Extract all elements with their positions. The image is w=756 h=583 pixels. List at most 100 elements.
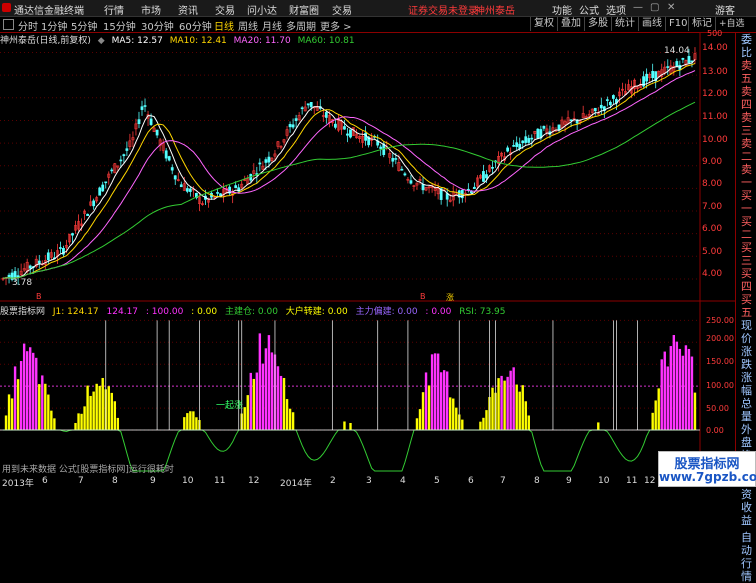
candle-body — [536, 128, 540, 139]
date-label: 6 — [468, 476, 474, 486]
indicator-bar — [675, 341, 679, 430]
price-tick: 12.00 — [702, 89, 728, 99]
candle-body — [149, 118, 153, 125]
btn-f10[interactable]: F10 — [665, 17, 690, 31]
panel-item-buy3[interactable]: 买三 — [736, 241, 756, 267]
period-weekly[interactable]: 周线 — [238, 18, 258, 33]
guest-label[interactable]: 游客 — [715, 2, 735, 17]
period-daily[interactable]: 日线 — [214, 18, 234, 33]
btn-fuquan[interactable]: 复权 — [530, 17, 557, 31]
indicator-bar — [660, 359, 663, 430]
candle-body — [346, 133, 349, 136]
indicator-bar — [285, 399, 289, 430]
indicator-bar — [77, 413, 80, 430]
period-1min[interactable]: 1分钟 — [41, 18, 67, 33]
candle-body — [92, 200, 96, 207]
menu-jiaoyi[interactable]: 交易 — [215, 2, 235, 17]
candle-body — [687, 56, 691, 64]
menu-gongneng[interactable]: 功能 — [552, 2, 572, 17]
login-status[interactable]: 证券交易未登录 — [408, 2, 478, 17]
period-fenshi[interactable]: 分时 — [18, 18, 38, 33]
candle-body — [343, 126, 346, 130]
panel-item-price[interactable]: 现价 — [736, 319, 756, 345]
indicator-bar — [654, 400, 657, 430]
menu-gongshi[interactable]: 公式 — [579, 2, 599, 17]
date-axis: 2013年 6 7 8 9 10 11 12 2014年 2 3 4 5 6 7… — [0, 476, 735, 489]
panel-item-sell1[interactable]: 卖一 — [736, 163, 756, 189]
low-label: 3.78 — [12, 278, 33, 288]
date-label: 8 — [534, 476, 540, 486]
candle-body — [409, 180, 413, 184]
panel-item-auto[interactable]: 自动 — [736, 531, 756, 557]
candle-body — [521, 140, 525, 144]
indicator-bar — [500, 375, 503, 430]
marker-zhang: 涨 — [446, 293, 454, 302]
indicator-bar — [415, 418, 419, 430]
candle-body — [164, 150, 168, 159]
period-60min[interactable]: 60分钟 — [179, 18, 212, 33]
indicator-group — [0, 319, 700, 472]
stock-tag[interactable]: 神州泰岳 — [475, 2, 515, 17]
menu-zixun[interactable]: 资讯 — [178, 2, 198, 17]
indicator-name[interactable]: 股票指标网 — [0, 307, 45, 317]
candle-body — [309, 102, 313, 108]
indicator-bar — [44, 383, 47, 430]
panel-item-outer[interactable]: 外盘 — [736, 423, 756, 449]
panel-item-buy2[interactable]: 买二 — [736, 215, 756, 241]
candle-body — [681, 57, 685, 60]
period-monthly[interactable]: 月线 — [262, 18, 282, 33]
menu-caifuquan[interactable]: 财富圈 — [289, 2, 319, 17]
candle-body — [394, 158, 398, 160]
kline-chart[interactable] — [0, 33, 735, 476]
indicator-bar — [684, 345, 688, 430]
panel-item-sell3[interactable]: 卖三 — [736, 111, 756, 137]
panel-item-pct[interactable]: 涨幅 — [736, 371, 756, 397]
panel-item-sell4[interactable]: 卖四 — [736, 85, 756, 111]
indicator-axis: 250.00 200.00 150.00 100.00 50.00 0.00 — [706, 316, 734, 466]
panel-item-eps[interactable]: 收益 — [736, 501, 756, 527]
btn-tongji[interactable]: 统计 — [611, 17, 638, 31]
panel-item-change[interactable]: 涨跌 — [736, 345, 756, 371]
menu-xuanxiang[interactable]: 选项 — [606, 2, 626, 17]
period-30min[interactable]: 30分钟 — [141, 18, 174, 33]
indicator-bar — [47, 394, 50, 430]
btn-duogu[interactable]: 多股 — [584, 17, 611, 31]
btn-huaxian[interactable]: 画线 — [638, 17, 665, 31]
indicator-bar — [255, 372, 259, 430]
indicator-bar — [22, 343, 26, 430]
candle-body — [527, 138, 531, 143]
indicator-bar — [288, 408, 292, 430]
btn-diejia[interactable]: 叠加 — [557, 17, 584, 31]
period-15min[interactable]: 15分钟 — [103, 18, 136, 33]
indicator-bar — [270, 352, 274, 430]
indicator-bar — [506, 376, 509, 430]
panel-item-sell5[interactable]: 卖五 — [736, 59, 756, 85]
candle-body — [291, 124, 295, 128]
period-more[interactable]: 更多 > — [320, 18, 352, 33]
price-tick: 13.00 — [702, 67, 728, 77]
panel-item-sell2[interactable]: 卖二 — [736, 137, 756, 163]
candle-body — [349, 129, 352, 138]
panel-item-hangqing[interactable]: 行情 — [736, 557, 756, 583]
indicator-bar — [491, 387, 494, 430]
maximize-icon[interactable]: ▢ — [650, 2, 659, 13]
candle-body — [524, 136, 528, 143]
menu-shichang[interactable]: 市场 — [141, 2, 161, 17]
panel-item-volume[interactable]: 总量 — [736, 397, 756, 423]
period-5min[interactable]: 5分钟 — [71, 18, 97, 33]
period-multi[interactable]: 多周期 — [286, 18, 316, 33]
panel-item-buy4[interactable]: 买四 — [736, 267, 756, 293]
rsi-label: RSI: 73.95 — [459, 307, 506, 317]
menu-trade[interactable]: 交易 — [332, 2, 352, 17]
grid-icon[interactable] — [3, 19, 14, 30]
close-icon[interactable]: ✕ — [667, 2, 675, 13]
indicator-bar — [452, 398, 455, 430]
menu-wenxiaoda[interactable]: 问小达 — [247, 2, 277, 17]
indicator-bar — [86, 385, 89, 430]
panel-item-weibi[interactable]: 委比 — [736, 33, 756, 59]
panel-item-buy1[interactable]: 买一 — [736, 189, 756, 215]
panel-item-buy5[interactable]: 买五 — [736, 293, 756, 319]
minimize-icon[interactable]: — — [633, 2, 643, 13]
menu-hangqing[interactable]: 行情 — [104, 2, 124, 17]
indicator-bar — [195, 417, 198, 430]
